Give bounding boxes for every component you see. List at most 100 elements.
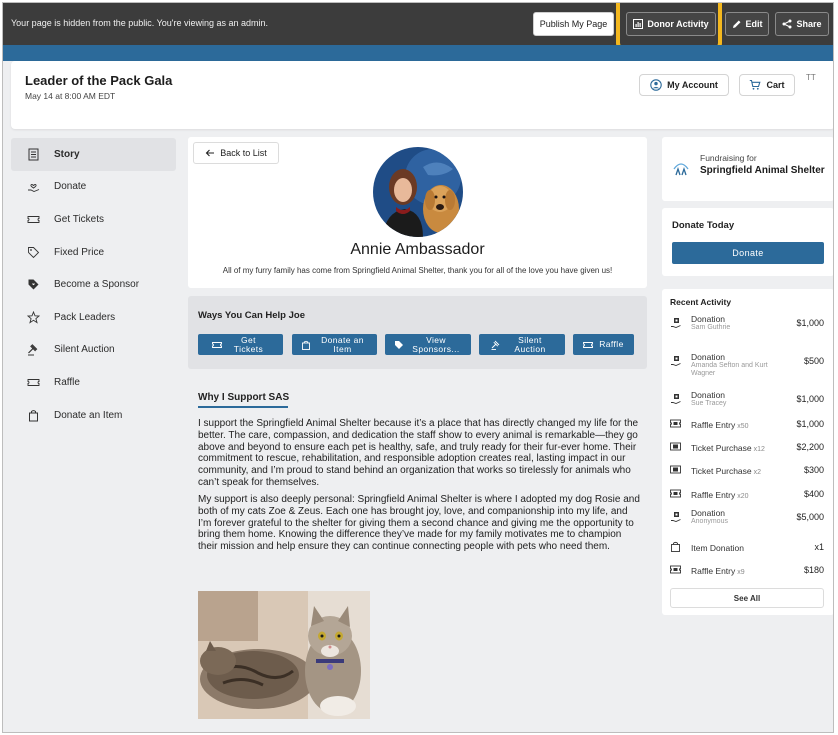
activity-row: Raffle Entry x20 $400: [670, 484, 824, 504]
sidebar-item-fixed-price[interactable]: Fixed Price: [11, 236, 176, 269]
fundraising-org: Springfield Animal Shelter: [700, 165, 825, 176]
edit-button[interactable]: Edit: [725, 12, 769, 36]
activity-qty: x20: [737, 493, 749, 500]
see-all-button[interactable]: See All: [670, 588, 824, 608]
sidebar-item-story[interactable]: Story: [11, 138, 176, 171]
share-icon: [782, 19, 792, 29]
activity-row: Raffle Entry x50 $1,000: [670, 414, 824, 434]
activity-row: Item Donation x1: [670, 537, 824, 557]
header-band: [3, 45, 833, 61]
profile-card: Back to List Annie Ambassador All of my …: [188, 137, 647, 288]
sidebar-item-raffle[interactable]: Raffle: [11, 366, 176, 399]
cart-button[interactable]: Cart: [739, 74, 795, 96]
donate-today-title: Donate Today: [672, 220, 735, 231]
ticket-icon: [670, 442, 681, 451]
ways-to-help: Ways You Can Help Joe Get Tickets Donate…: [188, 296, 647, 369]
app-frame: Your page is hidden from the public. You…: [2, 2, 834, 733]
fundraising-label: Fundraising for: [700, 153, 757, 163]
story-paragraph: My support is also deeply personal: Spri…: [198, 494, 640, 553]
cart-label: Cart: [766, 80, 785, 90]
activity-row: Ticket Purchase x12 $2,200: [670, 437, 824, 457]
activity-donor: Sam Guthrie: [691, 324, 731, 331]
raffle-button[interactable]: Raffle: [573, 334, 634, 355]
pencil-icon: [732, 20, 740, 28]
donate-today-card: Donate Today Donate: [662, 208, 833, 276]
sidebar-item-label: Story: [54, 148, 80, 160]
activity-amount: $500: [803, 356, 824, 366]
activity-amount: $1,000: [796, 394, 824, 404]
silent-auction-button[interactable]: Silent Auction: [479, 334, 565, 355]
share-button[interactable]: Share: [775, 12, 829, 36]
ticket-icon: [27, 379, 40, 386]
view-sponsors-label: View Sponsors...: [412, 334, 460, 354]
sidebar-item-get-tickets[interactable]: Get Tickets: [11, 203, 176, 236]
sidebar-item-become-a-sponsor[interactable]: Become a Sponsor: [11, 268, 176, 301]
donate-an-item-button[interactable]: Donate an Item: [292, 334, 377, 355]
sidebar-item-label: Donate: [54, 181, 87, 193]
ticket-icon: [583, 341, 594, 348]
sidebar-item-label: Donate an Item: [54, 409, 123, 421]
activity-qty: x12: [753, 446, 765, 453]
tag-icon: [28, 246, 40, 258]
sidebar-item-label: Get Tickets: [54, 213, 105, 225]
activity-qty: x9: [737, 569, 745, 576]
raffle-ticket-icon: [670, 419, 681, 428]
activity-type: Donation: [691, 352, 726, 362]
activity-amount: x1: [814, 542, 824, 552]
raffle-ticket-icon: [670, 489, 681, 498]
activity-amount: $400: [803, 489, 824, 499]
activity-type: Ticket Purchase x2: [691, 466, 762, 476]
text-size-icon[interactable]: TT: [806, 73, 816, 82]
activity-amount: $180: [803, 565, 824, 575]
ticket-icon: [670, 465, 681, 474]
activity-row: Donation Anonymous $5,000: [670, 507, 824, 527]
get-tickets-button[interactable]: Get Tickets: [198, 334, 283, 355]
book-icon: [28, 148, 39, 161]
star-icon: [27, 310, 40, 324]
bag-icon: [29, 409, 38, 422]
sidebar-item-silent-auction[interactable]: Silent Auction: [11, 334, 176, 367]
gavel-icon: [491, 340, 500, 350]
activity-row: Donation Amanda Sefton and Kurt Wagner $50…: [670, 351, 824, 377]
activity-row: Raffle Entry x9 $180: [670, 560, 824, 580]
donate-button[interactable]: Donate: [672, 242, 824, 264]
my-account-button[interactable]: My Account: [639, 74, 729, 96]
activity-type: Raffle Entry x50: [691, 420, 749, 430]
activity-type: Donation: [691, 508, 726, 518]
donation-icon: [671, 356, 681, 366]
view-sponsors-button[interactable]: View Sponsors...: [385, 334, 471, 355]
gavel-icon: [28, 344, 38, 356]
silent-auction-label: Silent Auction: [514, 334, 546, 354]
sidebar-item-donate[interactable]: Donate: [11, 171, 176, 204]
recent-activity-card: Recent Activity Donation Sam Guthrie $1,00…: [662, 289, 833, 615]
story-paragraph: I support the Springfield Animal Shelter…: [198, 418, 639, 488]
sidebar-item-pack-leaders[interactable]: Pack Leaders: [11, 301, 176, 334]
sidebar-item-donate-an-item[interactable]: Donate an Item: [11, 399, 176, 432]
sidebar: Story Donate Get Tickets Fixed Price Bec…: [11, 138, 176, 431]
activity-type: Donation: [691, 390, 726, 400]
sponsor-tag-icon: [28, 279, 39, 290]
activity-amount: $1,000: [796, 419, 824, 429]
event-title: Leader of the Pack Gala: [25, 73, 173, 88]
activity-type: Item Donation: [691, 543, 744, 553]
cart-icon: [750, 79, 762, 90]
activity-donor: Anonymous: [691, 518, 728, 525]
donation-icon: [671, 512, 681, 522]
story-heading: Why I Support SAS: [198, 392, 290, 403]
activity-donor: Amanda Sefton and Kurt Wagner: [691, 362, 768, 377]
profile-tagline: All of my furry family has come from Spr…: [222, 266, 613, 275]
raffle-label: Raffle: [599, 339, 624, 349]
publish-page-button[interactable]: Publish My Page: [533, 12, 614, 36]
event-date: May 14 at 8:00 AM EDT: [25, 91, 116, 101]
activity-qty: x50: [737, 423, 749, 430]
activity-type: Ticket Purchase x12: [691, 443, 765, 453]
sidebar-item-label: Fixed Price: [54, 246, 105, 258]
fundraising-card: Fundraising for Springfield Animal Shelt…: [662, 137, 833, 201]
sidebar-item-label: Silent Auction: [54, 344, 115, 356]
activity-row: Ticket Purchase x2 $300: [670, 460, 824, 480]
my-account-label: My Account: [667, 80, 718, 90]
back-to-list-button[interactable]: Back to List: [193, 142, 279, 164]
highlight-callout: [616, 3, 722, 51]
sponsor-tag-icon: [395, 340, 403, 349]
sidebar-item-label: Pack Leaders: [54, 311, 116, 323]
